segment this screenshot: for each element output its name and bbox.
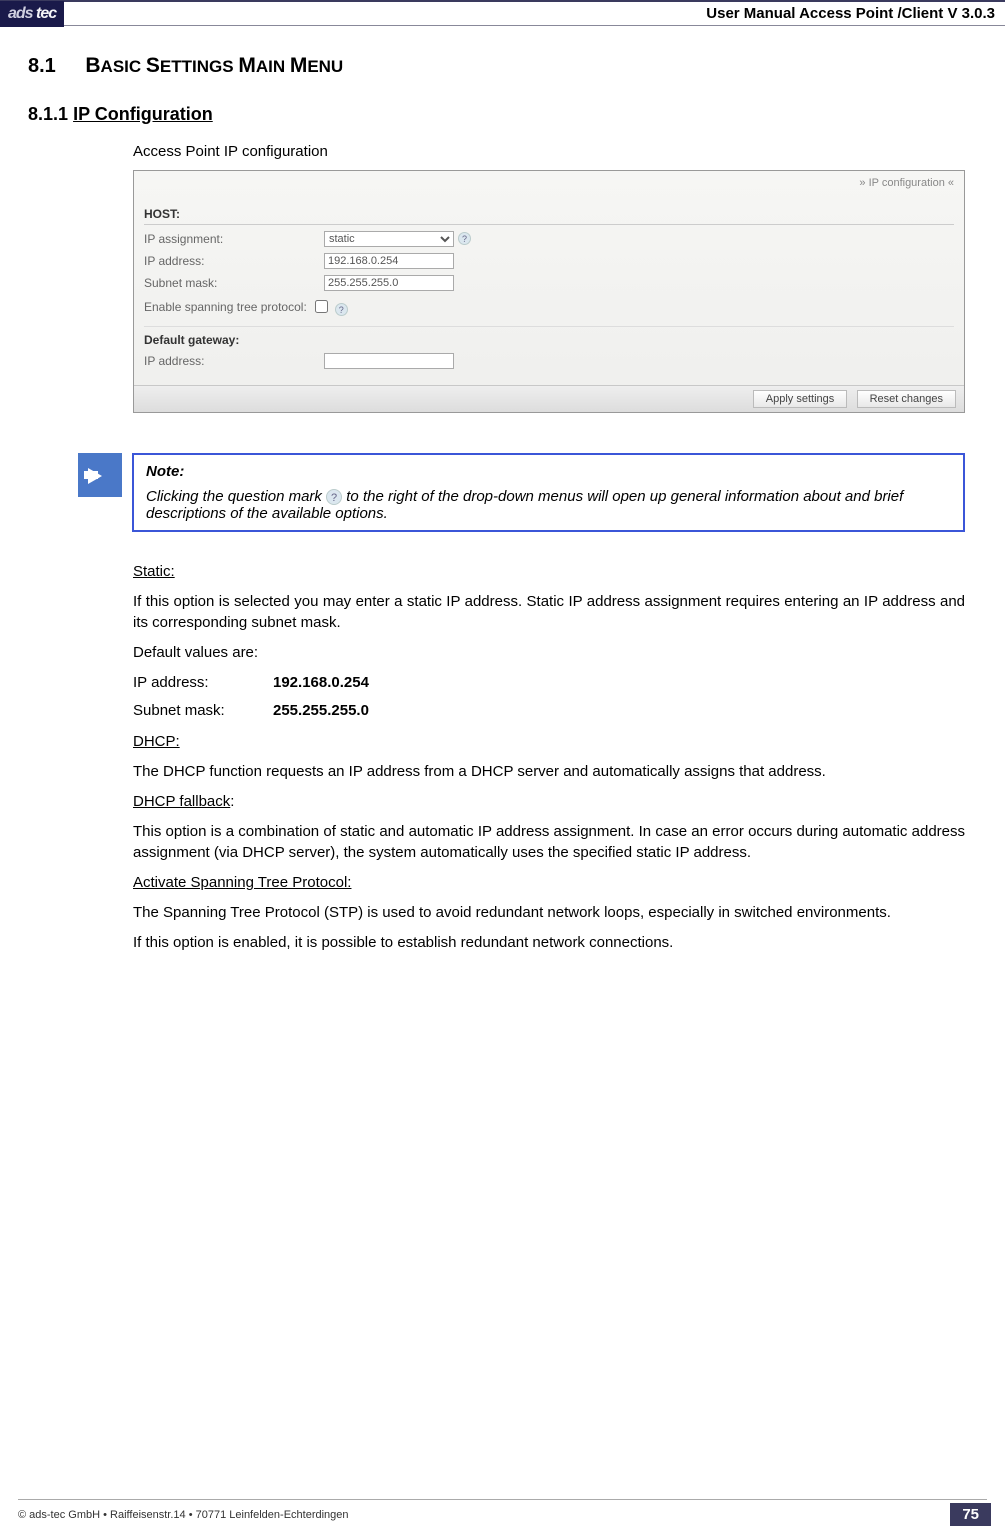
- subsection-heading: 8.1.1 IP Configuration: [28, 104, 965, 125]
- help-icon: ?: [326, 489, 342, 505]
- logo: ads tec: [0, 1, 64, 27]
- subnet-mask-input[interactable]: [324, 275, 454, 291]
- body-text: Static: If this option is selected you m…: [133, 562, 965, 954]
- page-number: 75: [950, 1503, 991, 1526]
- ip-assignment-select[interactable]: static: [324, 231, 454, 247]
- row-ip-assignment: IP assignment: static ?: [144, 231, 954, 247]
- row-subnet-mask: Subnet mask:: [144, 275, 954, 291]
- host-label: HOST:: [144, 207, 954, 225]
- row-gateway-ip: IP address:: [144, 353, 954, 369]
- subnet-mask-label: Subnet mask:: [144, 276, 324, 290]
- gateway-label: Default gateway:: [144, 333, 954, 347]
- stp-paragraph-2: If this option is enabled, it is possibl…: [133, 933, 965, 953]
- page-header: ads tec User Manual Access Point /Client…: [0, 0, 1005, 26]
- stp-paragraph: The Spanning Tree Protocol (STP) is used…: [133, 903, 965, 923]
- help-icon[interactable]: ?: [335, 303, 348, 316]
- dhcp-paragraph: The DHCP function requests an IP address…: [133, 762, 965, 782]
- default-ip-label: IP address:: [133, 673, 273, 693]
- arrow-icon: [78, 453, 122, 497]
- subsection-title: IP Configuration: [73, 104, 213, 124]
- fallback-paragraph: This option is a combination of static a…: [133, 822, 965, 863]
- footer-text: © ads-tec GmbH • Raiffeisenstr.14 • 7077…: [0, 1509, 950, 1521]
- default-sm-value: 255.255.255.0: [273, 701, 369, 721]
- note-body: Clicking the question mark ? to the righ…: [146, 488, 903, 522]
- header-title: User Manual Access Point /Client V 3.0.3: [64, 5, 995, 22]
- section-heading: 8.1 BASIC SETTINGS MAIN MENU: [28, 54, 965, 78]
- row-stp: Enable spanning tree protocol: ?: [144, 297, 954, 316]
- note-title: Note:: [146, 463, 951, 480]
- static-heading: Static:: [133, 563, 175, 580]
- stp-checkbox[interactable]: [315, 300, 328, 313]
- config-screenshot: » IP configuration « HOST: IP assignment…: [133, 170, 965, 413]
- help-icon[interactable]: ?: [458, 232, 471, 245]
- dhcp-heading: DHCP:: [133, 733, 180, 750]
- breadcrumb: » IP configuration «: [144, 177, 954, 189]
- stp-label: Enable spanning tree protocol:: [144, 300, 307, 314]
- static-paragraph: If this option is selected you may enter…: [133, 592, 965, 633]
- button-bar: Apply settings Reset changes: [134, 385, 964, 412]
- ip-address-input[interactable]: [324, 253, 454, 269]
- row-ip-address: IP address:: [144, 253, 954, 269]
- divider: [144, 326, 954, 327]
- ip-assignment-label: IP assignment:: [144, 232, 324, 246]
- default-sm-label: Subnet mask:: [133, 701, 273, 721]
- gateway-ip-input[interactable]: [324, 353, 454, 369]
- note-body-prefix: Clicking the question mark: [146, 488, 326, 505]
- stp-heading: Activate Spanning Tree Protocol:: [133, 874, 351, 891]
- fallback-heading: DHCP fallback: [133, 793, 230, 810]
- intro-text: Access Point IP configuration: [133, 143, 965, 160]
- defaults-heading: Default values are:: [133, 643, 965, 663]
- page-footer: © ads-tec GmbH • Raiffeisenstr.14 • 7077…: [0, 1503, 1005, 1526]
- default-ip-value: 192.168.0.254: [273, 673, 369, 693]
- ip-address-label: IP address:: [144, 254, 324, 268]
- reset-button[interactable]: Reset changes: [857, 390, 956, 408]
- apply-button[interactable]: Apply settings: [753, 390, 847, 408]
- section-number: 8.1: [28, 55, 56, 78]
- gateway-ip-label: IP address:: [144, 354, 324, 368]
- note-box: Note: Clicking the question mark ? to th…: [132, 453, 965, 532]
- subsection-number: 8.1.1: [28, 104, 68, 124]
